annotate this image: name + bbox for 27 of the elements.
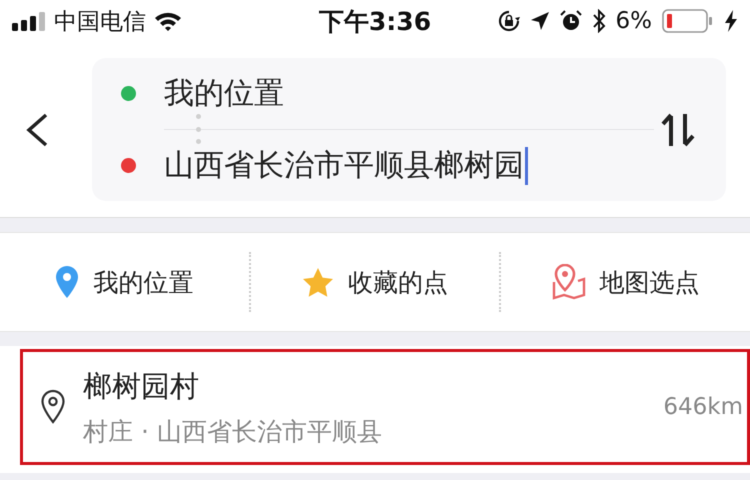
- location-pin-icon: [40, 389, 66, 425]
- carrier-name: 中国电信: [54, 8, 146, 36]
- rotation-lock-icon: [498, 10, 520, 32]
- charging-bolt-icon: [724, 9, 738, 33]
- signal-icon: [12, 11, 46, 31]
- wifi-icon: [154, 11, 182, 31]
- location-arrow-icon: [530, 11, 550, 31]
- clock-time: 下午3:36: [318, 6, 432, 38]
- alarm-clock-icon: [560, 10, 582, 32]
- battery-icon: [662, 9, 714, 33]
- quick-action-button[interactable]: 地图选点: [499, 252, 750, 312]
- bluetooth-icon: [592, 9, 606, 33]
- location-pin-icon: [55, 265, 80, 299]
- battery-percentage: 6%: [616, 8, 652, 34]
- result-address: 村庄 · 山西省长治市平顺县: [83, 416, 383, 448]
- result-title: 榔树园村: [83, 368, 200, 404]
- star-icon: [302, 266, 334, 298]
- swap-icon[interactable]: [661, 112, 695, 148]
- connector-dots: [195, 114, 201, 144]
- destination-field[interactable]: 山西省长治市平顺县榔树园: [164, 145, 528, 186]
- quick-action-button[interactable]: 收藏的点: [248, 252, 500, 312]
- back-icon[interactable]: [24, 112, 50, 148]
- quick-action-button[interactable]: 我的位置: [0, 252, 249, 312]
- result-distance: 646km: [663, 394, 743, 420]
- map-pin-icon: [552, 264, 586, 300]
- origin-field[interactable]: 我的位置: [164, 73, 284, 114]
- search-result-item[interactable]: 榔树园村 村庄 · 山西省长治市平顺县 646km: [20, 349, 750, 465]
